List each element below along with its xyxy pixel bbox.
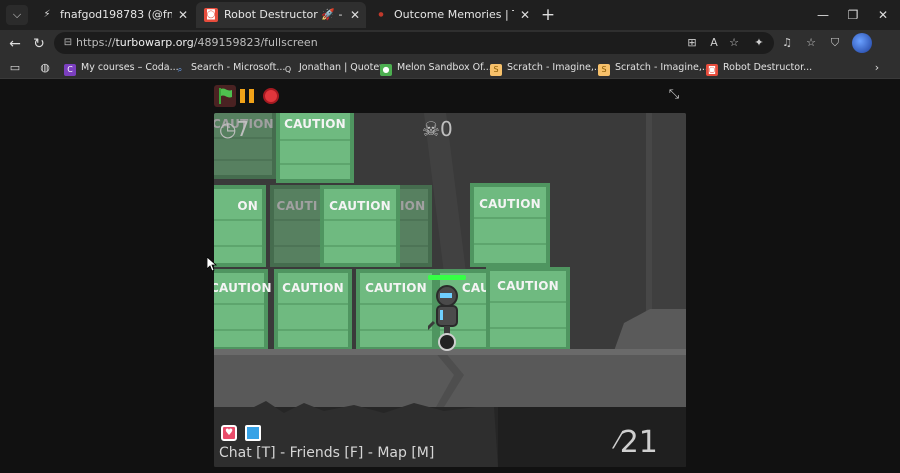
tab-outcome-memories[interactable]: ● Outcome Memories | The unofficial ✕ <box>366 2 536 28</box>
caution-crate: CAUTION <box>486 267 570 351</box>
site-info-icon[interactable]: ⊟ <box>61 36 75 50</box>
favorite-link[interactable]: S Scratch - Imagine,... <box>490 59 603 77</box>
favorite-link[interactable]: ◙ Robot Destructor... <box>706 59 812 77</box>
ammo-value: 21 <box>619 425 658 460</box>
melon-icon: ● <box>380 64 392 76</box>
apps-icon[interactable]: ⊞ <box>684 35 700 51</box>
codahs-icon: C <box>64 64 76 76</box>
browser-essentials-icon[interactable]: ⛉ <box>826 34 844 52</box>
search-icon: ⌕ <box>177 65 183 74</box>
caution-crate: CAUTION <box>470 183 550 267</box>
skull-icon: ☠ <box>422 117 440 141</box>
scratch-icon: S <box>490 64 502 76</box>
extensions-icon[interactable]: ✦ <box>750 34 768 52</box>
kill-count-value: 0 <box>439 117 453 141</box>
tab-title: Outcome Memories | The unofficial <box>394 8 514 21</box>
new-tab-icon[interactable]: + <box>538 5 558 25</box>
back-icon[interactable]: ← <box>4 33 26 55</box>
caution-crate: ION <box>396 185 432 267</box>
chevron-right-icon[interactable]: › <box>868 59 886 77</box>
screen-icon[interactable] <box>245 425 261 441</box>
caution-crate: CAUTION <box>274 269 352 351</box>
favorite-link[interactable]: ⌕ Search - Microsoft... <box>174 59 286 77</box>
mouse-cursor-icon <box>206 256 218 272</box>
collections-icon[interactable]: ▭ <box>6 59 24 77</box>
profile-avatar[interactable] <box>852 33 872 53</box>
heart-icon[interactable]: ♥ <box>221 425 237 441</box>
caution-crate: CAUTI <box>270 185 324 267</box>
refresh-icon[interactable]: ↻ <box>28 33 50 55</box>
robot-icon: ◙ <box>204 8 218 22</box>
tab-twitter[interactable]: ⚡ fnafgod198783 (@fnafgod198783) ✕ <box>32 2 194 28</box>
timer-icon: ◷ <box>219 117 237 141</box>
tab-actions-menu-icon[interactable]: ⌵ <box>6 5 28 25</box>
favorites-bar: ▭ ◍ C My courses – Coda... ⌕ Search - Micr… <box>0 57 900 79</box>
close-tab-icon[interactable]: ✕ <box>520 2 530 28</box>
favorite-star-icon[interactable]: ☆ <box>726 35 742 51</box>
caution-crate: ON <box>214 185 266 267</box>
stage-controls: ⤡ <box>214 85 686 107</box>
globe-icon[interactable]: ◍ <box>36 59 54 77</box>
tab-title: fnafgod198783 (@fnafgod198783) <box>60 8 172 21</box>
tab-robot-destructor[interactable]: ◙ Robot Destructor 🚀 - TurboWarp ✕ <box>196 2 366 28</box>
favorite-link[interactable]: Q Jonathan | Quotev <box>282 59 385 77</box>
favorite-link[interactable]: S Scratch - Imagine,... <box>598 59 711 77</box>
read-aloud-icon[interactable]: A <box>706 35 722 51</box>
minimize-icon[interactable]: — <box>808 4 838 26</box>
favorite-link[interactable]: C My courses – Coda... <box>64 59 179 77</box>
controls-hint: Chat [T] - Friends [F] - Map [M] <box>219 445 435 461</box>
close-window-icon[interactable]: ✕ <box>868 4 898 26</box>
round-timer: ◷7 <box>219 118 249 140</box>
caution-crate: CAUTION <box>356 269 436 351</box>
robot-icon: ◙ <box>706 64 718 76</box>
stop-icon[interactable] <box>263 88 279 104</box>
kill-counter: ☠0 <box>422 118 453 140</box>
pause-icon[interactable] <box>240 89 256 103</box>
music-icon[interactable]: ♫ <box>778 34 796 52</box>
tab-strip: ⌵ ⚡ fnafgod198783 (@fnafgod198783) ✕ ◙ R… <box>0 0 900 30</box>
scratch-icon: S <box>598 64 610 76</box>
favorites-icon[interactable]: ☆ <box>802 34 820 52</box>
green-flag-icon[interactable] <box>214 85 236 107</box>
lightning-icon: ⚡ <box>43 9 51 20</box>
player-robot <box>420 282 464 352</box>
caution-crate: CAUTION <box>276 113 354 183</box>
url-text: https://turbowarp.org/489159823/fullscre… <box>76 36 318 49</box>
address-bar[interactable]: ⊟ https://turbowarp.org/489159823/fullsc… <box>54 32 774 54</box>
tab-title: Robot Destructor 🚀 - TurboWarp <box>224 8 344 21</box>
exit-fullscreen-icon[interactable]: ⤡ <box>666 87 682 103</box>
close-tab-icon[interactable]: ✕ <box>350 2 360 28</box>
favorite-link[interactable]: ● Melon Sandbox Of... <box>380 59 492 77</box>
restore-icon[interactable]: ❐ <box>838 4 868 26</box>
timer-value: 7 <box>236 117 250 141</box>
caution-crate: CAUTION <box>214 269 272 351</box>
dot-icon: ● <box>378 11 384 18</box>
ammo-counter: ⁄21 <box>616 426 658 459</box>
player-health-bar <box>428 275 466 280</box>
browser-toolbar: ← ↻ ⊟ https://turbowarp.org/489159823/fu… <box>0 30 900 57</box>
close-tab-icon[interactable]: ✕ <box>178 2 188 28</box>
quotev-icon: Q <box>284 65 292 74</box>
caution-crate: CAUTION <box>320 185 400 267</box>
